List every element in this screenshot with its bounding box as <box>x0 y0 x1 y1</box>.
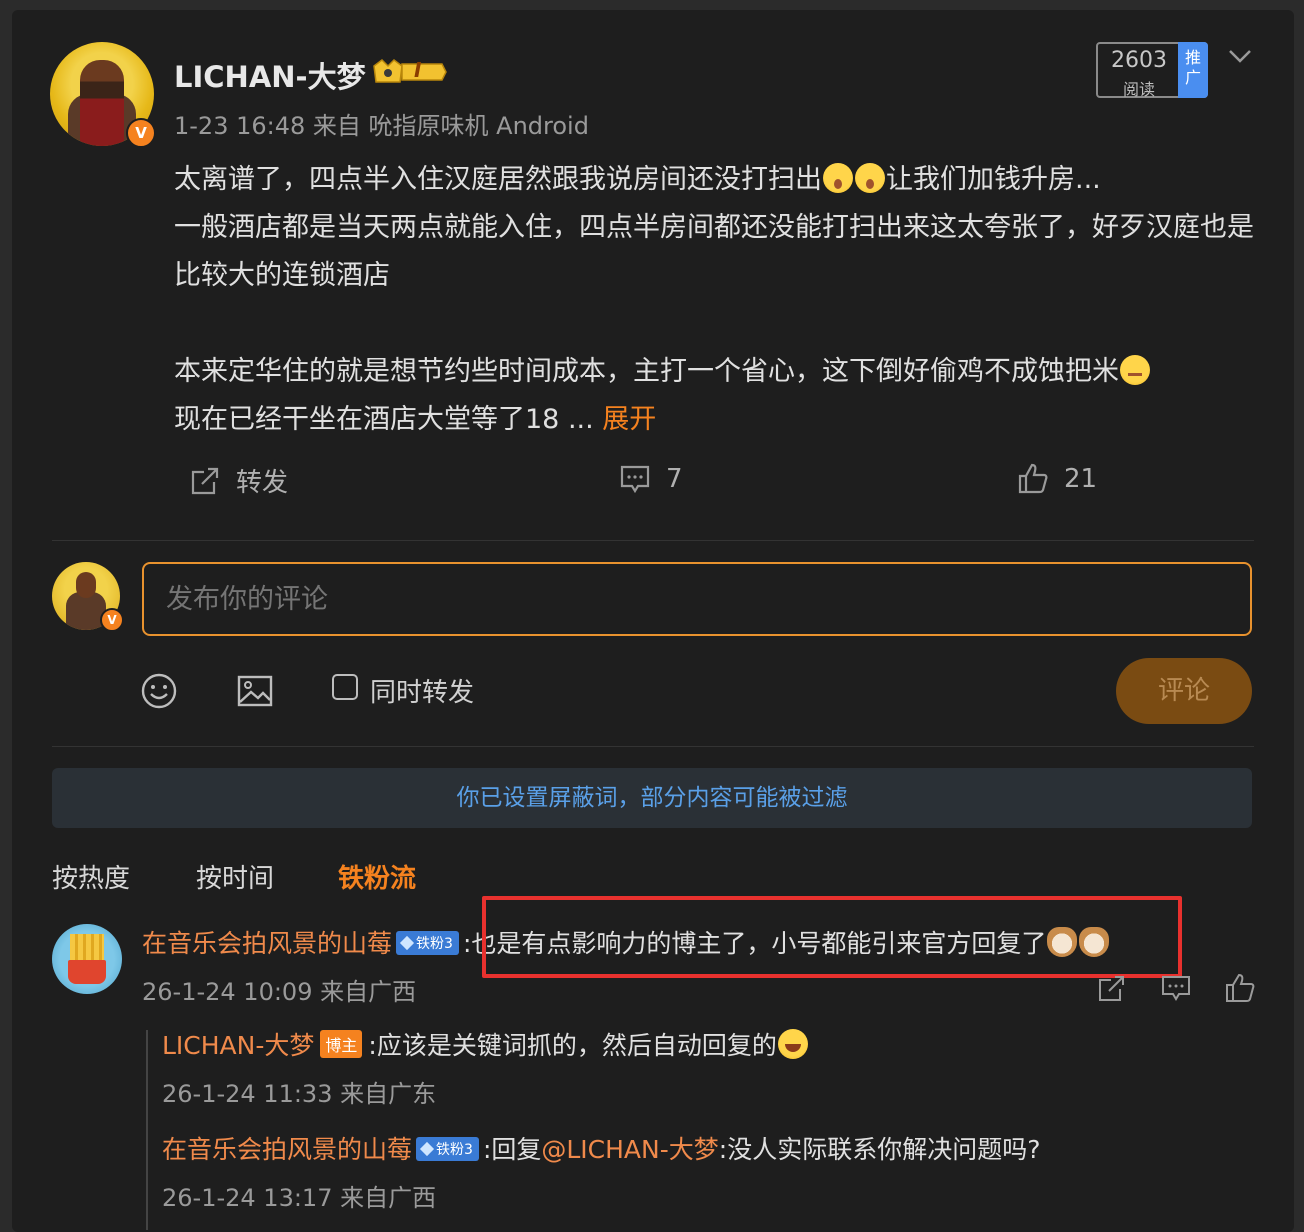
promote-button[interactable]: 推广 <box>1178 42 1208 98</box>
commenter-name[interactable]: 在音乐会拍风景的山莓 <box>142 929 392 958</box>
shocked-emoji-icon <box>855 163 885 193</box>
submit-comment-button[interactable]: 评论 <box>1116 658 1252 724</box>
highlight-annotation <box>482 896 1182 978</box>
post-actions: 转发 7 21 <box>12 462 1294 502</box>
tab-fans[interactable]: 铁粉流 <box>338 858 416 895</box>
reply-thread-line <box>146 1030 148 1230</box>
thumbs-up-icon[interactable] <box>1224 972 1256 1004</box>
post-line-4: 现在已经干坐在酒店大堂等了18 <box>174 404 568 435</box>
share-icon <box>191 467 219 494</box>
repost-label: 转发 <box>236 468 289 498</box>
chevron-down-icon[interactable] <box>1226 44 1254 68</box>
reads-count: 2603 <box>1111 48 1167 73</box>
reads-counter[interactable]: 2603 阅读 推广 <box>1096 42 1208 99</box>
tab-hot[interactable]: 按热度 <box>52 858 130 895</box>
reply-prefix: :回复 <box>482 1135 542 1164</box>
post-line-2: 一般酒店都是当天两点就能入住，四点半房间都还没能打扫出来这太夸张了，好歹汉庭也是… <box>174 212 1254 291</box>
also-repost-label[interactable]: 同时转发 <box>370 672 474 709</box>
emoji-icon[interactable] <box>140 672 178 710</box>
crown-level-icon <box>373 59 447 83</box>
reply-text: :没人实际联系你解决问题吗? <box>718 1135 1041 1164</box>
post-body: 太离谱了，四点半入住汉庭居然跟我说房间还没打扫出 让我们加钱升房... 一般酒店都… <box>174 156 1264 444</box>
reply-meta: 26-1-24 11:33 来自广东 <box>162 1080 437 1108</box>
mention-link[interactable]: @LICHAN-大梦 <box>541 1135 718 1164</box>
filter-notice: 你已设置屏蔽词，部分内容可能被过滤 <box>52 768 1252 828</box>
divider <box>52 746 1254 747</box>
post-line-1: 太离谱了，四点半入住汉庭居然跟我说房间还没打扫出 <box>174 164 822 195</box>
comment-icon <box>620 465 650 494</box>
verified-badge-icon: V <box>100 608 124 632</box>
comment-icon[interactable] <box>1160 972 1192 1004</box>
reply-author-name[interactable]: LICHAN-大梦 <box>162 1031 314 1060</box>
share-icon[interactable] <box>1096 972 1128 1004</box>
ellipsis: ... <box>567 404 603 435</box>
reply-item: 在音乐会拍风景的山莓 铁粉3:回复@LICHAN-大梦:没人实际联系你解决问题吗? <box>162 1130 1040 1166</box>
like-button[interactable]: 21 <box>1016 462 1097 496</box>
expand-link[interactable]: 展开 <box>602 404 656 435</box>
comment-count: 7 <box>666 464 683 494</box>
post-card: V LICHAN-大梦 I 1-23 16:48 来自 吮指原味机 Androi… <box>12 10 1294 1232</box>
commenter-avatar[interactable] <box>52 924 122 994</box>
divider <box>52 540 1254 541</box>
author-name[interactable]: LICHAN-大梦 <box>174 54 366 96</box>
like-count: 21 <box>1064 464 1098 494</box>
level-badge-text: I <box>414 58 422 82</box>
verified-badge-icon: V <box>126 118 156 148</box>
comment-input[interactable] <box>142 562 1252 636</box>
host-badge: 博主 <box>320 1030 363 1058</box>
also-repost-checkbox[interactable] <box>332 674 358 700</box>
post-line-1-tail: 让我们加钱升房... <box>886 164 1101 195</box>
fan-level-badge: 铁粉3 <box>396 931 459 955</box>
image-icon[interactable] <box>236 672 274 710</box>
smirk-emoji-icon <box>1120 355 1150 385</box>
reply-text: :应该是关键词抓的，然后自动回复的 <box>368 1031 777 1060</box>
reply-meta: 26-1-24 13:17 来自广西 <box>162 1184 437 1212</box>
reply-author-name[interactable]: 在音乐会拍风景的山莓 <box>162 1135 412 1164</box>
repost-button[interactable]: 转发 <box>188 462 288 499</box>
thumbs-up-icon <box>1018 463 1048 494</box>
fan-level-badge: 铁粉3 <box>416 1137 479 1161</box>
comment-button[interactable]: 7 <box>618 462 683 496</box>
post-meta: 1-23 16:48 来自 吮指原味机 Android <box>174 112 589 140</box>
tab-time[interactable]: 按时间 <box>196 858 274 895</box>
post-line-3: 本来定华住的就是想节约些时间成本，主打一个省心，这下倒好偷鸡不成蚀把米 <box>174 356 1119 387</box>
reply-item: LICHAN-大梦 博主:应该是关键词抓的，然后自动回复的 <box>162 1026 809 1062</box>
laugh-cry-emoji-icon <box>777 1029 808 1059</box>
shocked-emoji-icon <box>823 163 853 193</box>
comment-meta: 26-1-24 10:09 来自广西 <box>142 978 417 1006</box>
reads-label: 阅读 <box>1122 80 1155 99</box>
